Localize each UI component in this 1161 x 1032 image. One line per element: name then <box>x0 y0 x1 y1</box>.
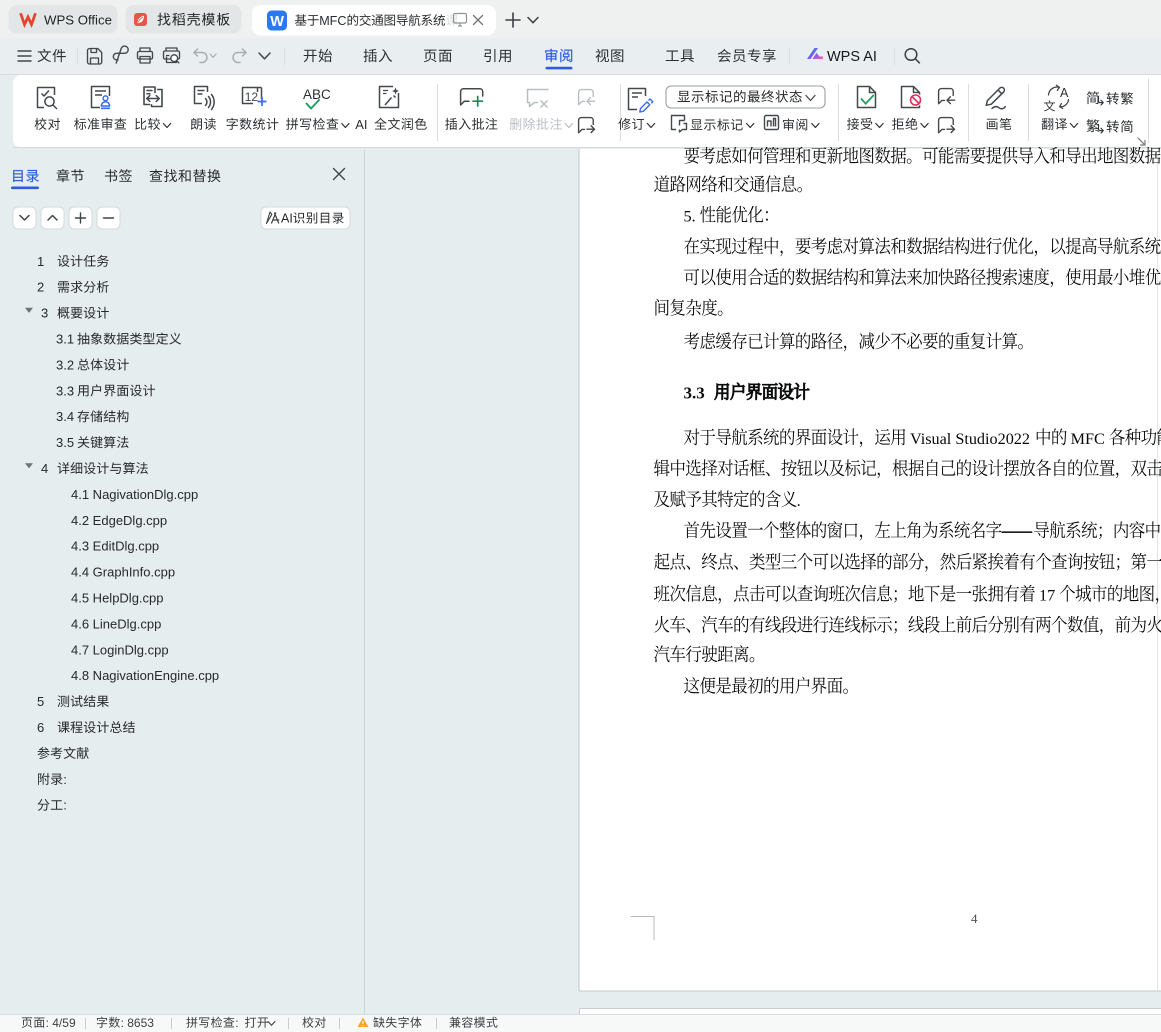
svg-text:Visual Studio2022: Visual Studio2022 <box>910 430 1030 448</box>
svg-text:4.5 HelpDlg.cpp: 4.5 HelpDlg.cpp <box>71 591 164 606</box>
svg-text:3.3: 3.3 <box>56 383 74 398</box>
svg-text:12: 12 <box>245 90 259 104</box>
svg-text:17: 17 <box>1039 586 1055 604</box>
svg-text::: : <box>235 1016 238 1030</box>
svg-text:ABC: ABC <box>303 87 331 102</box>
svg-text:5.: 5. <box>684 207 696 225</box>
svg-text::: : <box>63 798 67 813</box>
svg-text::: : <box>63 772 67 787</box>
svg-text:4: 4 <box>971 911 978 926</box>
svg-text:4.8 NagivationEngine.cpp: 4.8 NagivationEngine.cpp <box>71 668 219 683</box>
svg-text:2: 2 <box>37 280 44 295</box>
svg-text:WPS Office: WPS Office <box>44 13 112 28</box>
svg-text:3.3: 3.3 <box>684 383 705 402</box>
svg-text:6: 6 <box>37 720 44 735</box>
svg-text:: 8653: : 8653 <box>121 1016 155 1030</box>
svg-text:AI: AI <box>281 212 293 226</box>
svg-text:: 4/59: : 4/59 <box>46 1016 76 1030</box>
svg-text:W: W <box>270 14 284 30</box>
svg-text:3.4: 3.4 <box>56 409 74 424</box>
svg-text:4.3 EditDlg.cpp: 4.3 EditDlg.cpp <box>71 539 159 554</box>
svg-text:.: . <box>797 492 801 510</box>
svg-text:4.2 EdgeDlg.cpp: 4.2 EdgeDlg.cpp <box>71 513 167 528</box>
svg-text:MFC: MFC <box>1071 430 1105 448</box>
svg-text:4.4 GraphInfo.cpp: 4.4 GraphInfo.cpp <box>71 565 175 580</box>
svg-text:A: A <box>1060 86 1069 100</box>
svg-text:5: 5 <box>37 694 44 709</box>
svg-text:MFC: MFC <box>319 14 346 28</box>
svg-text:3.5: 3.5 <box>56 435 74 450</box>
svg-text:3.1: 3.1 <box>56 332 74 347</box>
svg-text:4.6 LineDlg.cpp: 4.6 LineDlg.cpp <box>71 616 161 631</box>
svg-text:1: 1 <box>37 254 44 269</box>
svg-text:3.2: 3.2 <box>56 357 74 372</box>
svg-text:WPS AI: WPS AI <box>827 49 877 65</box>
svg-text:3: 3 <box>41 306 48 321</box>
svg-text:AI: AI <box>355 117 367 132</box>
svg-text:4.7 LoginDlg.cpp: 4.7 LoginDlg.cpp <box>71 642 169 657</box>
svg-text:4: 4 <box>41 461 48 476</box>
svg-text:4.1 NagivationDlg.cpp: 4.1 NagivationDlg.cpp <box>71 487 198 502</box>
